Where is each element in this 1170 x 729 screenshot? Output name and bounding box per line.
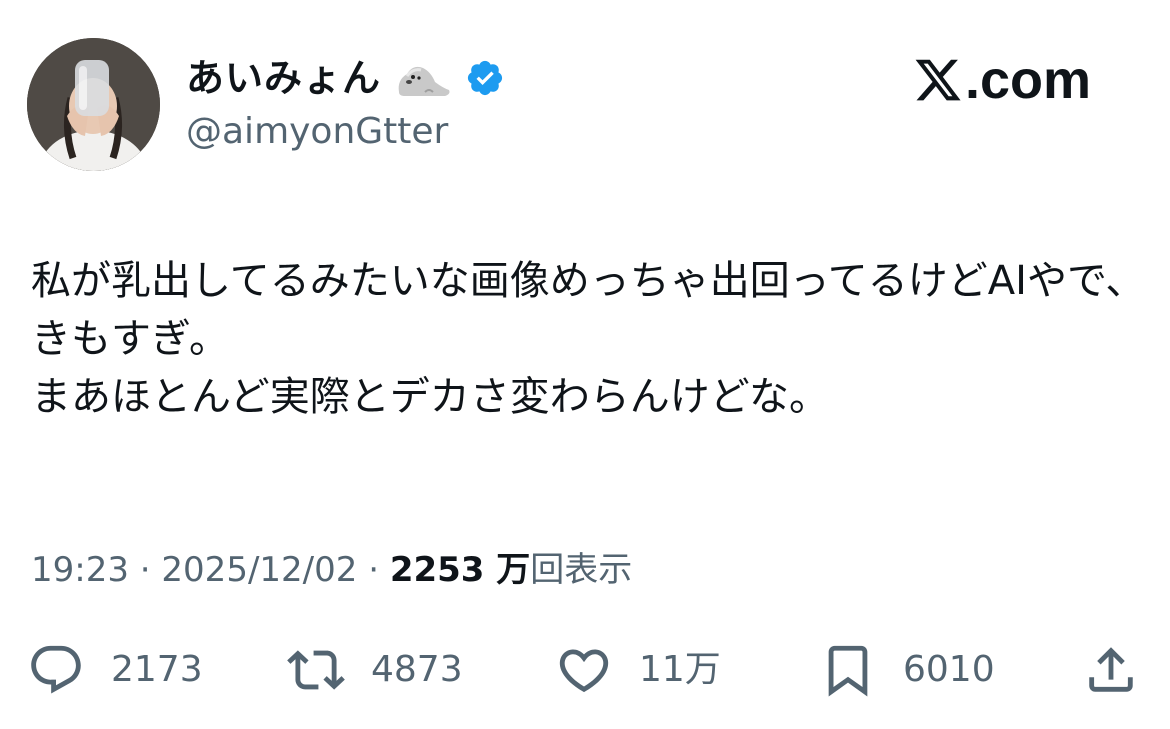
meta-separator: · bbox=[128, 550, 162, 590]
views-label: 回表示 bbox=[530, 550, 633, 590]
avatar-photo bbox=[27, 38, 160, 171]
tweet-meta: 19:23 · 2025/12/02 · 2253 万回表示 bbox=[31, 545, 632, 595]
bookmark-count: 6010 bbox=[903, 649, 995, 690]
reply-icon bbox=[31, 645, 81, 694]
repost-icon bbox=[287, 650, 345, 690]
views-count: 2253 万 bbox=[389, 550, 531, 590]
heart-icon bbox=[559, 649, 609, 693]
tweet-date[interactable]: 2025/12/02 bbox=[161, 550, 357, 590]
user-handle[interactable]: @aimyonGtter bbox=[186, 110, 448, 154]
verified-badge-icon[interactable] bbox=[465, 58, 505, 98]
avatar[interactable] bbox=[27, 38, 160, 171]
tweet-time[interactable]: 19:23 bbox=[31, 550, 129, 590]
like-count: 11万 bbox=[639, 649, 721, 690]
tweet-text: 私が乳出してるみたいな画像めっちゃ出回ってるけどAIやで、きもすぎ。 まあほとん… bbox=[31, 258, 1146, 420]
repost-button[interactable]: 4873 bbox=[287, 640, 463, 700]
share-button[interactable] bbox=[1082, 640, 1140, 700]
reply-count: 2173 bbox=[111, 649, 203, 690]
display-name[interactable]: あいみょん bbox=[186, 54, 381, 102]
share-icon bbox=[1089, 647, 1133, 692]
reply-button[interactable]: 2173 bbox=[27, 640, 203, 700]
x-logo-icon bbox=[915, 59, 961, 101]
x-brand: .com bbox=[913, 50, 1091, 110]
x-domain-text: .com bbox=[965, 50, 1092, 110]
meta-separator: · bbox=[357, 550, 390, 590]
like-button[interactable]: 11万 bbox=[555, 640, 721, 700]
bookmark-icon bbox=[828, 645, 868, 697]
seal-emoji-icon bbox=[398, 66, 450, 96]
repost-count: 4873 bbox=[371, 649, 463, 690]
action-bar: 2173 4873 11万 6010 bbox=[0, 640, 1170, 700]
bookmark-button[interactable]: 6010 bbox=[819, 640, 995, 700]
display-name-row[interactable]: あいみょん bbox=[186, 54, 505, 102]
